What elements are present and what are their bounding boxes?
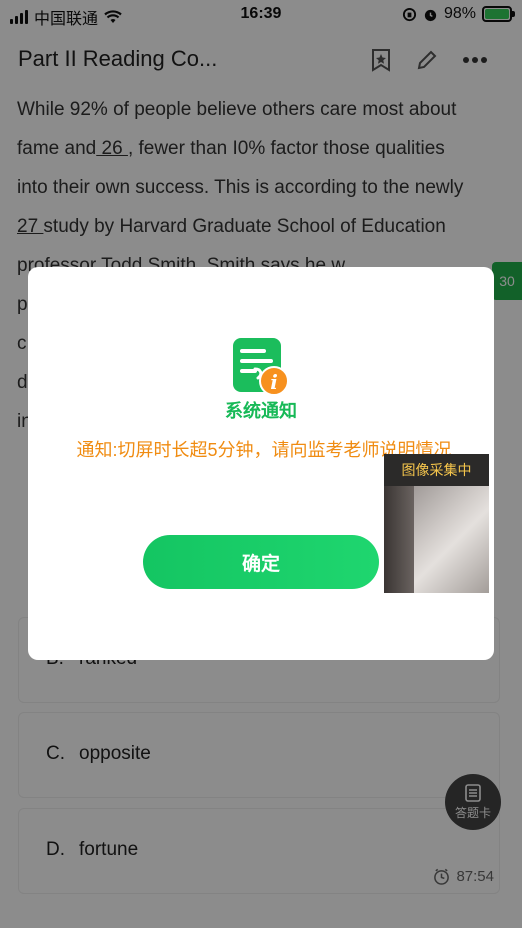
notice-logo-icon: i: [233, 338, 289, 396]
camera-preview: 图像采集中: [384, 454, 489, 593]
svg-text:i: i: [270, 370, 278, 394]
camera-status-label: 图像采集中: [384, 454, 489, 486]
camera-feed-image: [384, 486, 489, 593]
dialog-title: 系统通知: [225, 401, 297, 421]
confirm-button[interactable]: 确定: [143, 535, 379, 589]
